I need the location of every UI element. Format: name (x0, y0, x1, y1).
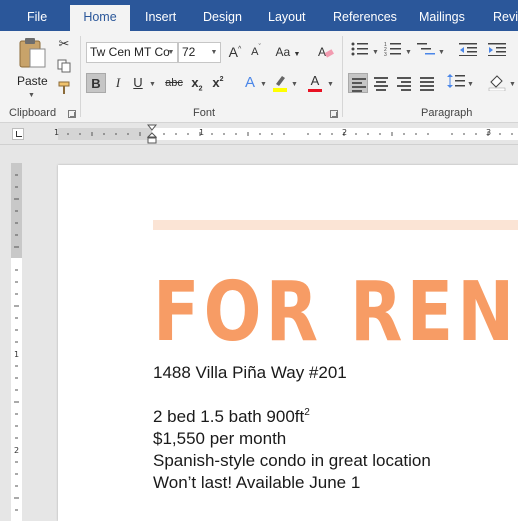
chevron-down-icon[interactable]: ▼ (372, 49, 379, 56)
vruler-label: 1 (14, 350, 20, 359)
grow-font-button[interactable]: A^ (225, 42, 245, 62)
font-name-combo[interactable]: Tw Cen MT Co ▼ (86, 42, 178, 63)
bullets-icon[interactable] (350, 42, 370, 62)
vruler-label: 2 (14, 446, 20, 455)
chevron-down-icon[interactable]: ▼ (260, 81, 267, 88)
chevron-down-icon[interactable]: ▼ (509, 81, 516, 88)
tab-selector-icon[interactable] (12, 128, 24, 140)
highlight-color-button[interactable] (270, 73, 290, 93)
tab-file[interactable]: File (27, 0, 47, 31)
numbering-icon[interactable]: 123 (383, 42, 403, 62)
clipboard-paste-icon (19, 38, 46, 68)
font-size-value: 72 (182, 45, 196, 59)
cut-icon[interactable]: ✂ (54, 34, 74, 54)
details-line[interactable]: 2 bed 1.5 bath 900ft2 (153, 406, 431, 428)
price-line[interactable]: $1,550 per month (153, 428, 431, 450)
tab-mailings[interactable]: Mailings (419, 0, 465, 31)
address-line[interactable]: 1488 Villa Piña Way #201 (153, 362, 431, 384)
multilevel-list-icon[interactable] (416, 42, 436, 62)
ribbon-tab-bar: File Home Insert Design Layout Reference… (0, 0, 518, 31)
chevron-down-icon: ▼ (167, 49, 175, 56)
paste-label: Paste (17, 74, 48, 88)
chevron-down-icon: ▼ (210, 49, 218, 56)
chevron-down-icon[interactable]: ▼ (327, 81, 334, 88)
flyer-body[interactable]: 1488 Villa Piña Way #201 2 bed 1.5 bath … (153, 362, 431, 494)
decrease-indent-icon[interactable] (458, 42, 478, 62)
align-left-icon[interactable] (348, 73, 368, 93)
svg-text:A: A (318, 45, 326, 59)
flyer-title[interactable]: FOR RENT (153, 265, 518, 361)
paste-button[interactable]: Paste ▼ (12, 37, 52, 103)
ruler-ticks (67, 132, 513, 136)
subscript-button[interactable]: x2 (187, 73, 207, 93)
chevron-down-icon[interactable]: ▼ (405, 49, 412, 56)
svg-text:3: 3 (384, 52, 387, 56)
ruler-label: 1 (199, 128, 205, 137)
clipboard-dialog-launcher[interactable] (68, 110, 76, 118)
tab-home[interactable]: Home (70, 5, 130, 31)
chevron-down-icon[interactable]: ▼ (291, 81, 298, 88)
font-group-label: Font (193, 107, 216, 119)
font-dialog-launcher[interactable] (330, 110, 338, 118)
bold-button[interactable]: B (86, 73, 106, 93)
tab-design[interactable]: Design (203, 0, 242, 31)
line-spacing-icon[interactable] (446, 73, 466, 93)
chevron-down-icon[interactable]: ▼ (438, 49, 445, 56)
accent-bar (153, 220, 518, 230)
vertical-ruler[interactable]: 1 2 (0, 145, 30, 521)
tab-references[interactable]: References (333, 0, 397, 31)
document-canvas: FOR RENT 1488 Villa Piña Way #201 2 bed … (30, 145, 518, 521)
horizontal-ruler[interactable]: 1 1 2 3 (0, 123, 518, 145)
shading-icon[interactable] (487, 73, 507, 93)
italic-button[interactable]: I (108, 73, 128, 93)
justify-icon[interactable] (417, 73, 437, 93)
font-name-value: Tw Cen MT Co (90, 45, 170, 59)
indent-marker-icon[interactable] (147, 124, 157, 144)
change-case-button[interactable]: Aa ▼ (274, 42, 302, 62)
description-line[interactable]: Spanish-style condo in great location (153, 450, 431, 472)
font-color-button[interactable]: A (305, 73, 325, 93)
ruler-label: 3 (486, 128, 492, 137)
document-page[interactable]: FOR RENT 1488 Villa Piña Way #201 2 bed … (58, 165, 518, 521)
increase-indent-icon[interactable] (487, 42, 507, 62)
format-painter-icon[interactable] (54, 78, 74, 98)
chevron-down-icon: ▼ (28, 92, 35, 99)
superscript-button[interactable]: x2 (208, 73, 228, 93)
clear-formatting-icon[interactable]: A (316, 42, 336, 62)
align-center-icon[interactable] (371, 73, 391, 93)
strikethrough-button[interactable]: abc (163, 73, 185, 93)
clipboard-group-label: Clipboard (9, 107, 57, 119)
chevron-down-icon[interactable]: ▼ (467, 81, 474, 88)
shrink-font-button[interactable]: Aˇ (246, 42, 266, 62)
chevron-down-icon[interactable]: ▼ (149, 81, 156, 88)
tab-review[interactable]: Revi (493, 0, 518, 31)
availability-line[interactable]: Won’t last! Available June 1 (153, 472, 431, 494)
font-size-combo[interactable]: 72 ▼ (178, 42, 221, 63)
copy-icon[interactable] (54, 56, 74, 76)
ruler-label: 2 (342, 128, 348, 137)
vruler-ticks (14, 174, 19, 511)
align-right-icon[interactable] (394, 73, 414, 93)
paragraph-group-label: Paragraph (421, 107, 473, 119)
tab-layout[interactable]: Layout (268, 0, 306, 31)
underline-button[interactable]: U (128, 73, 148, 93)
ruler-label: 1 (54, 128, 60, 137)
text-effects-button[interactable]: A (240, 73, 260, 93)
tab-insert[interactable]: Insert (145, 0, 176, 31)
ribbon: Paste ▼ ✂ Clipboard Tw Cen MT Co ▼ 72 ▼ … (0, 31, 518, 123)
